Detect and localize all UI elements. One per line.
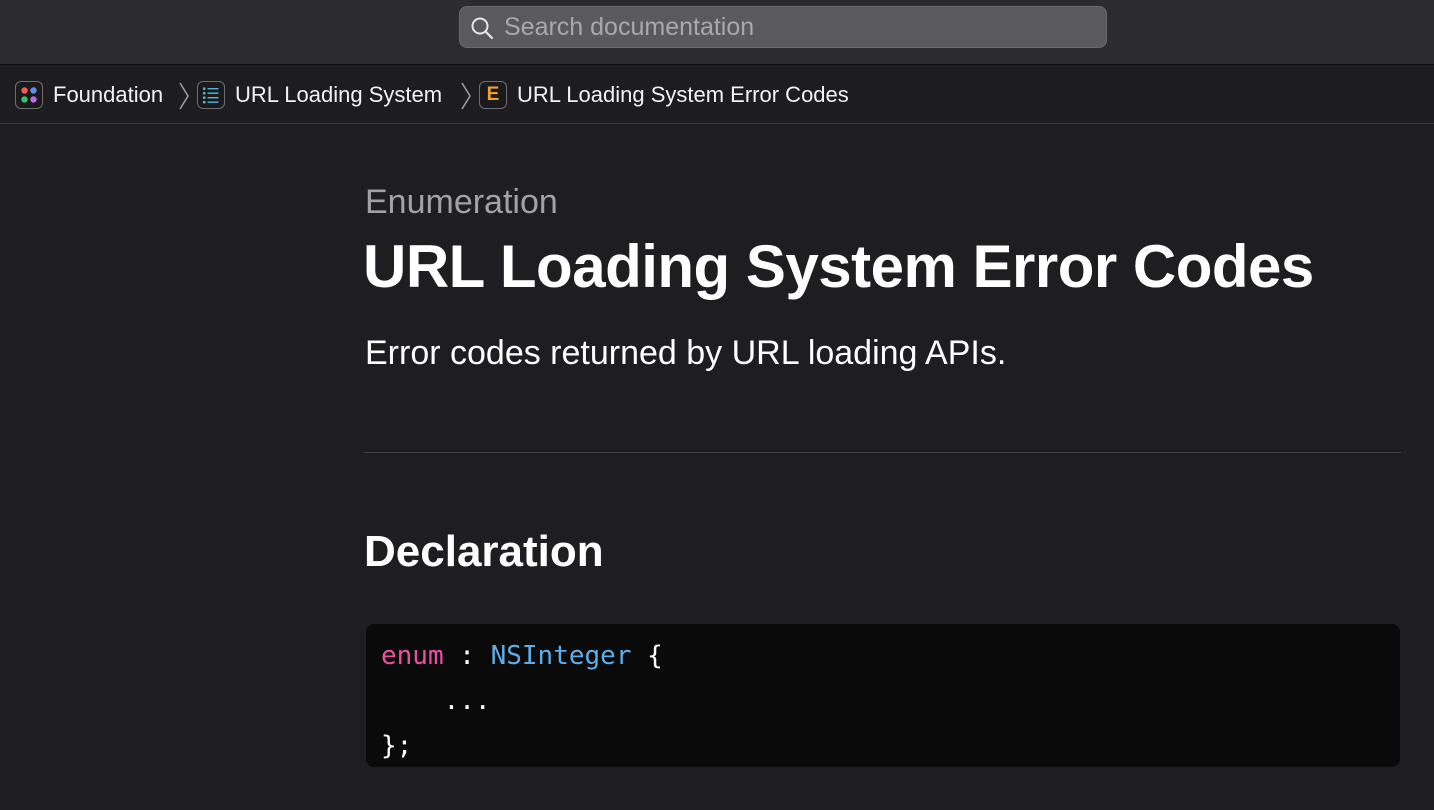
code-open-brace: {	[631, 641, 663, 671]
code-keyword: enum	[381, 641, 444, 671]
breadcrumb-item-foundation[interactable]: Foundation	[15, 79, 163, 111]
search-icon	[471, 17, 494, 40]
declaration-code-block: enum : NSInteger { ... };	[366, 624, 1400, 767]
section-divider	[365, 452, 1401, 453]
article-list-icon	[197, 81, 225, 109]
framework-grid-icon	[15, 81, 43, 109]
search-field[interactable]	[459, 6, 1107, 48]
declaration-heading: Declaration	[364, 527, 604, 576]
breadcrumb-label: URL Loading System Error Codes	[517, 82, 849, 107]
code-line: ...	[381, 686, 491, 716]
code-type-link[interactable]: NSInteger	[491, 641, 632, 671]
search-input[interactable]	[504, 7, 1094, 47]
top-toolbar	[0, 0, 1434, 65]
page-abstract: Error codes returned by URL loading APIs…	[365, 334, 1007, 372]
code-separator: :	[443, 641, 491, 671]
breadcrumb: Foundation URL Loading System E URL Load…	[0, 65, 1434, 124]
breadcrumb-label: Foundation	[53, 82, 164, 107]
enumeration-icon: E	[479, 81, 507, 109]
page-title: URL Loading System Error Codes	[363, 233, 1314, 300]
breadcrumb-item-error-codes[interactable]: E URL Loading System Error Codes	[479, 79, 849, 111]
breadcrumb-label: URL Loading System	[235, 82, 443, 107]
code-line: };	[381, 731, 413, 761]
chevron-right-icon	[461, 82, 471, 110]
chevron-right-icon	[179, 82, 189, 110]
symbol-kind: Enumeration	[365, 183, 558, 221]
breadcrumb-item-url-loading-system[interactable]: URL Loading System	[197, 79, 442, 111]
code-line: enum : NSInteger {	[381, 634, 1400, 679]
